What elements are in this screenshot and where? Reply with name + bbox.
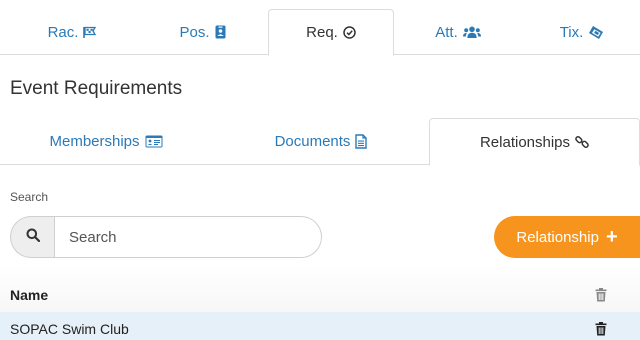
tab-races[interactable]: Rac. [10,9,135,55]
column-header-name: Name [10,287,49,303]
search-icon [26,228,40,247]
tab-label: Rac. [47,23,79,41]
relationship-name: SOPAC Swim Club [10,321,129,337]
tab-label: Memberships [49,133,140,150]
link-icon [575,135,589,149]
tab-relationships[interactable]: Relationships [429,118,640,166]
tab-documents[interactable]: Documents [216,118,426,165]
tab-label: Documents [274,133,351,150]
add-relationship-label: Relationship [516,228,599,246]
tab-memberships[interactable]: Memberships [0,118,212,165]
id-card-icon [145,135,163,148]
trash-icon[interactable] [594,287,608,303]
tab-requirements[interactable]: Req. [268,9,394,56]
id-badge-icon [215,25,226,39]
ticket-icon [588,25,604,39]
users-icon [462,26,481,39]
search-bar [10,216,322,258]
relationships-table: Name SOPAC Swim Club [0,278,640,340]
plus-icon: + [605,226,618,248]
tab-tickets[interactable]: Tix. [524,9,640,55]
tab-attendees[interactable]: Att. [398,9,518,55]
tab-label: Pos. [179,23,210,41]
table-row[interactable]: SOPAC Swim Club [0,312,640,340]
search-label: Search [10,190,49,204]
tab-label: Relationships [479,133,571,151]
table-header-row: Name [0,278,640,312]
tab-label: Att. [435,23,458,41]
top-tab-bar: Rac. Pos. Req. Att. Tix. [0,0,640,56]
tab-label: Req. [306,24,338,41]
page-title: Event Requirements [10,78,183,99]
tab-label: Tix. [559,23,584,41]
file-text-icon [355,134,368,149]
check-circle-icon [343,26,356,39]
trash-icon[interactable] [594,321,608,337]
add-relationship-button[interactable]: Relationship + [494,216,640,258]
search-button[interactable] [10,216,54,258]
flag-checkered-icon [83,26,97,39]
requirement-tab-bar: Memberships Documents Relationships [0,118,640,166]
search-input[interactable] [54,216,322,258]
tab-positions[interactable]: Pos. [140,9,265,55]
